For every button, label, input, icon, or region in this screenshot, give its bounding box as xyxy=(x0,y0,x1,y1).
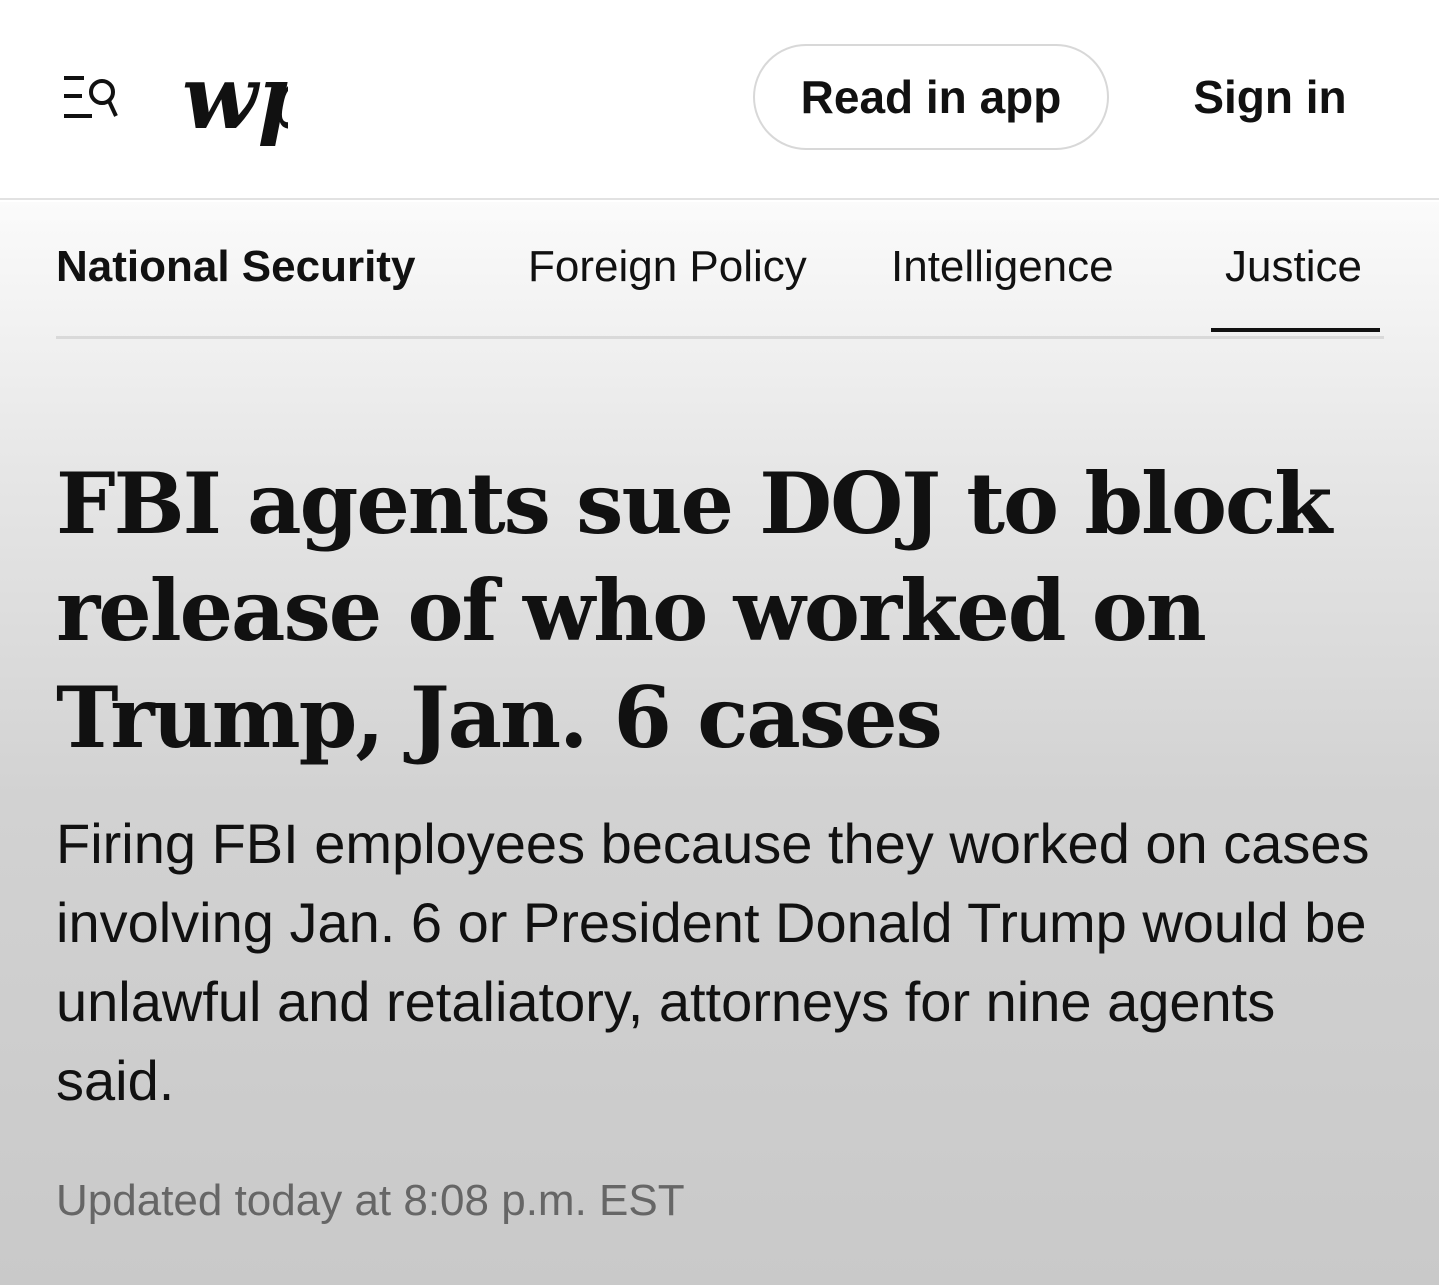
article-hero: National Security Foreign Policy Intelli… xyxy=(0,202,1439,1285)
svg-text:wp: wp xyxy=(182,50,288,149)
wp-logo-icon: wp xyxy=(182,45,319,149)
read-in-app-button[interactable]: Read in app xyxy=(753,44,1109,150)
washington-post-logo[interactable]: wp xyxy=(178,45,319,150)
article-dek: Firing FBI employees because they worked… xyxy=(56,812,1370,1112)
sign-in-button[interactable]: Sign in xyxy=(1170,44,1370,150)
article-timestamp: Updated today at 8:08 p.m. EST xyxy=(56,1176,685,1225)
subnav-item-foreign-policy[interactable]: Foreign Policy xyxy=(528,242,807,292)
section-subnav: National Security Foreign Policy Intelli… xyxy=(56,202,1384,339)
menu-search-icon xyxy=(64,76,118,118)
article-headline: FBI agents sue DOJ to block release of w… xyxy=(56,454,1332,767)
section-title[interactable]: National Security xyxy=(56,242,415,292)
menu-search-button[interactable] xyxy=(60,72,120,122)
top-bar: wp Read in app Sign in xyxy=(0,0,1439,200)
active-tab-indicator xyxy=(1211,328,1380,332)
subnav-item-intelligence[interactable]: Intelligence xyxy=(891,242,1114,292)
subnav-item-justice[interactable]: Justice xyxy=(1225,242,1362,292)
